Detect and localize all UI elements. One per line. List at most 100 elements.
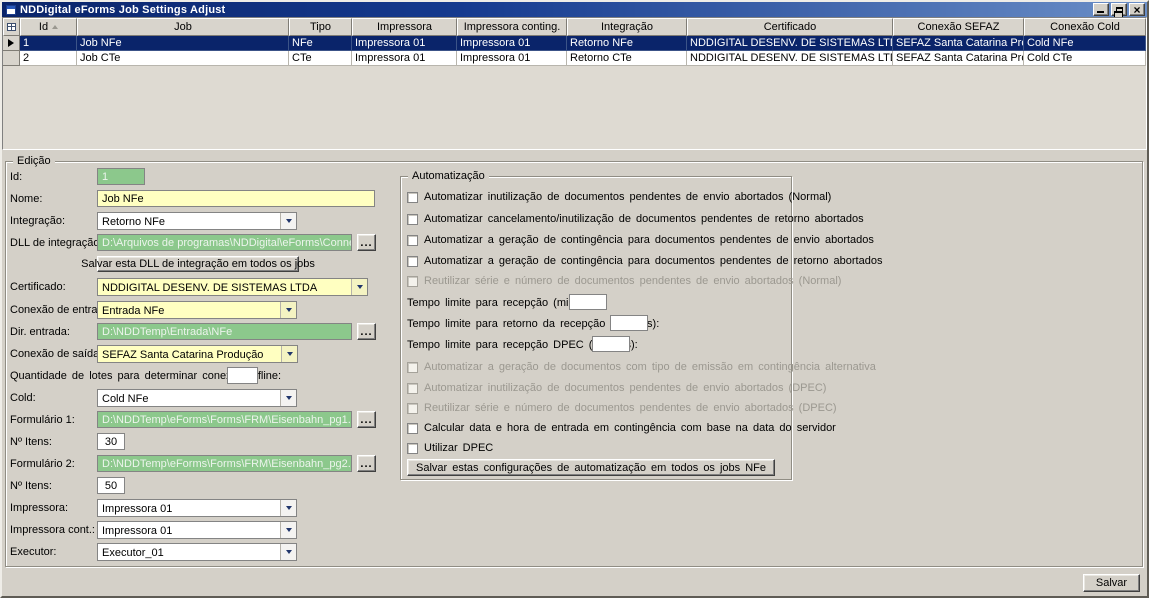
formulario1-browse-button[interactable]: ... (357, 411, 376, 428)
dll-label: DLL de integração: (10, 237, 103, 249)
formulario1-value: D:\NDDTemp\eForms\Forms\FRM\Eisenbahn_pg… (102, 414, 352, 426)
cell-id: 1 (20, 36, 77, 51)
id-value: 1 (102, 171, 109, 183)
formulario2-browse-button[interactable]: ... (357, 455, 376, 472)
cell-integra-o: Retorno NFe (567, 36, 687, 51)
certificado-dropdown-button[interactable] (351, 279, 367, 295)
close-button[interactable]: × (1129, 3, 1145, 16)
executor-combobox[interactable]: Executor_01 (97, 543, 297, 561)
table-row[interactable]: 1 Job NFe NFe Impressora 01 Impressora 01 Ret… (3, 36, 1146, 51)
save-dll-all-jobs-button[interactable]: Salvar esta DLL de integração em todos o… (81, 256, 315, 272)
integracao-dropdown-button[interactable] (280, 213, 296, 229)
column-header-label: Conexão Cold (1050, 21, 1120, 33)
jobs-grid: Id Job Tipo Impressora Impressora conting. In… (2, 17, 1147, 150)
input-tempo-limite-para-retorno-da-recep-o-min[interactable] (610, 315, 648, 331)
conexao-entrada-dropdown-button[interactable] (280, 302, 296, 318)
column-header-impressora-conting[interactable]: Impressora conting. (457, 18, 567, 36)
conexao-entrada-combobox[interactable]: Entrada NFe (97, 301, 297, 319)
conexao-saida-label: Conexão de saída: (10, 348, 103, 360)
checkbox-utilizar-dpec[interactable] (407, 442, 418, 454)
chevron-down-icon (285, 396, 292, 400)
row-indicator (3, 51, 20, 66)
impressora-cont-dropdown-button[interactable] (280, 522, 296, 538)
column-header-label: Impressora conting. (463, 21, 561, 33)
cell-impressora: Impressora 01 (352, 36, 457, 51)
input-tempo-limite-para-recep-o-minutos[interactable] (569, 294, 607, 310)
impressora-combobox[interactable]: Impressora 01 (97, 499, 297, 517)
grid-customize-button[interactable] (3, 18, 20, 36)
cell-conex-o-cold: Cold NFe (1024, 36, 1146, 51)
app-icon (6, 4, 16, 15)
formulario1-browse-label: ... (360, 413, 373, 426)
automation-field-row: Tempo limite para retorno da recepção (m… (407, 315, 659, 331)
impressora-cont-label: Impressora cont.: (10, 524, 95, 536)
restore-button[interactable] (1111, 3, 1127, 20)
cell-conex-o-cold: Cold CTe (1024, 51, 1146, 66)
conexao-saida-combobox[interactable]: SEFAZ Santa Catarina Produção (97, 345, 298, 363)
impressora-dropdown-button[interactable] (280, 500, 296, 516)
checkbox-automatizar-cancelamento-inutiliza-o-de-[interactable] (407, 213, 418, 225)
save-button[interactable]: Salvar (1083, 574, 1140, 592)
checkbox-label: Automatizar a geração de contingência pa… (424, 255, 883, 267)
dll-browse-button[interactable]: ... (357, 234, 376, 251)
integracao-combobox[interactable]: Retorno NFe (97, 212, 297, 230)
checkbox-calcular-data-e-hora-de-entrada-em-conti[interactable] (407, 422, 418, 434)
certificado-label: Certificado: (10, 281, 66, 293)
checkbox-label: Reutilizar série e número de documentos … (424, 275, 842, 287)
column-header-job[interactable]: Job (77, 18, 289, 36)
n-itens1-label: Nº Itens: (10, 436, 52, 448)
conexao-saida-dropdown-button[interactable] (281, 346, 297, 362)
checkbox-automatizar-a-gera-o-de-conting-ncia-par[interactable] (407, 255, 418, 267)
automatizacao-group-title: Automatização (408, 170, 489, 182)
automation-checkbox-row: Reutilizar série e número de documentos … (407, 274, 841, 288)
checkbox-automatizar-inutiliza-o-de-documentos-pe (407, 382, 418, 394)
checkbox-label: Automatizar inutilização de documentos p… (424, 382, 827, 394)
save-automation-all-jobs-label: Salvar estas configurações de automatiza… (416, 461, 767, 474)
impressora-cont-combobox[interactable]: Impressora 01 (97, 521, 297, 539)
column-header-label: Tipo (310, 21, 331, 33)
save-automation-all-jobs-button[interactable]: Salvar estas configurações de automatiza… (407, 459, 776, 476)
table-row[interactable]: 2 Job CTe CTe Impressora 01 Impressora 01 Ret… (3, 51, 1146, 66)
automation-checkbox-row: Utilizar DPEC (407, 441, 493, 455)
column-header-certificado[interactable]: Certificado (687, 18, 893, 36)
dll-browse-label: ... (360, 236, 373, 249)
minimize-icon (1097, 11, 1104, 13)
checkbox-automatizar-inutiliza-o-de-documentos-pe[interactable] (407, 191, 418, 203)
cold-dropdown-button[interactable] (280, 390, 296, 406)
column-header-id[interactable]: Id (20, 18, 77, 36)
cold-combobox[interactable]: Cold NFe (97, 389, 297, 407)
automatizacao-group: Automatização Automatizar inutilização d… (400, 170, 882, 480)
chevron-down-icon (285, 506, 292, 510)
minimize-button[interactable] (1093, 3, 1109, 16)
restore-icon (1114, 7, 1123, 20)
selected-row-arrow-icon (8, 39, 14, 47)
n-itens2-value: 50 (104, 480, 118, 492)
qtd-lotes-input[interactable] (227, 367, 258, 384)
nome-input[interactable]: Job NFe (97, 190, 375, 207)
n-itens1-input[interactable]: 30 (97, 433, 125, 450)
checkbox-label: Calcular data e hora de entrada em conti… (424, 422, 836, 434)
column-header-tipo[interactable]: Tipo (289, 18, 352, 36)
chevron-down-icon (285, 550, 292, 554)
certificado-combobox[interactable]: NDDIGITAL DESENV. DE SISTEMAS LTDA (97, 278, 368, 296)
cell-certificado: NDDIGITAL DESENV. DE SISTEMAS LTDA (687, 51, 893, 66)
column-header-impressora[interactable]: Impressora (352, 18, 457, 36)
column-header-label: Id (38, 21, 49, 33)
cell-tipo: NFe (289, 36, 352, 51)
checkbox-automatizar-a-gera-o-de-conting-ncia-par[interactable] (407, 234, 418, 246)
column-header-label: Impressora (376, 21, 433, 33)
column-header-conex-o-sefaz[interactable]: Conexão SEFAZ (893, 18, 1024, 36)
cell-job: Job NFe (77, 36, 289, 51)
column-header-conex-o-cold[interactable]: Conexão Cold (1024, 18, 1146, 36)
input-tempo-limite-para-recep-o-dpec-minutos[interactable] (592, 336, 630, 352)
automation-checkbox-row: Automatizar inutilização de documentos p… (407, 190, 831, 204)
cell-certificado: NDDIGITAL DESENV. DE SISTEMAS LTDA (687, 36, 893, 51)
chevron-down-icon (356, 285, 363, 289)
executor-dropdown-button[interactable] (280, 544, 296, 560)
dir-entrada-browse-button[interactable]: ... (357, 323, 376, 340)
dir-entrada-label: Dir. entrada: (10, 326, 70, 338)
column-header-integra-o[interactable]: Integração (567, 18, 687, 36)
n-itens2-input[interactable]: 50 (97, 477, 125, 494)
formulario2-value: D:\NDDTemp\eForms\Forms\FRM\Eisenbahn_pg… (102, 458, 352, 470)
column-header-label: Conexão SEFAZ (917, 21, 1000, 33)
